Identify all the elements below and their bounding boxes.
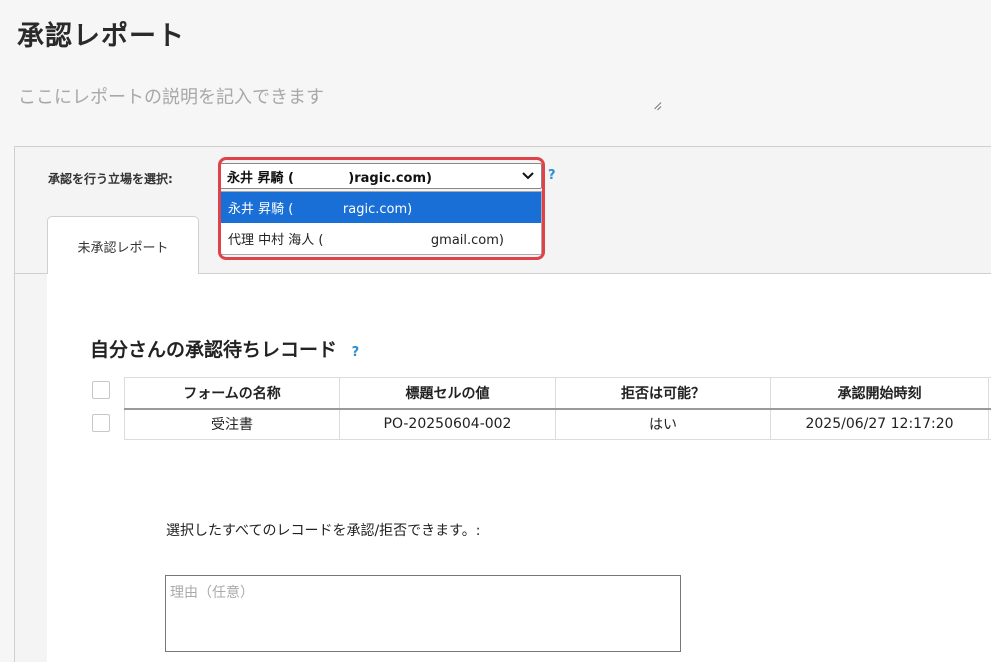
- pending-section-title: 自分さんの承認待ちレコード ?: [90, 335, 359, 362]
- cell-form-name[interactable]: 受注書: [124, 408, 340, 440]
- bulk-action-text: 選択したすべてのレコードを承認/拒否できます。:: [166, 523, 481, 539]
- cell-title-value[interactable]: PO-20250604-002: [339, 408, 556, 440]
- column-header[interactable]: 承認開始時刻: [770, 377, 989, 410]
- table-row[interactable]: 受注書 PO-20250604-002 はい 2025/06/27 12:17:…: [124, 408, 991, 440]
- reason-input[interactable]: [165, 575, 681, 652]
- pending-records-table: フォームの名称 標題セルの値 拒否は可能？ 承認開始時刻 受注書 PO-2025…: [124, 377, 991, 440]
- reason-field-wrapper: [165, 575, 681, 652]
- column-header[interactable]: 拒否は可能？: [555, 377, 771, 410]
- pending-section-title-text: 自分さんの承認待ちレコード: [90, 339, 338, 361]
- tab-pending-report[interactable]: 未承認レポート: [47, 216, 199, 275]
- description-field-wrapper: [16, 80, 664, 112]
- column-header[interactable]: フォームの名称: [124, 377, 340, 410]
- role-selector-label: 承認を行う立場を選択:: [48, 172, 173, 186]
- role-option-2[interactable]: 代理 中村 海人 ( gmail.com): [220, 223, 541, 254]
- role-select-value: 永井 昇騎 ( )ragic.com): [227, 170, 432, 186]
- report-description-input[interactable]: [16, 80, 664, 112]
- pending-help-icon[interactable]: ?: [352, 345, 360, 360]
- role-dropdown-list: 永井 昇騎 ( ragic.com) 代理 中村 海人 ( gmail.com): [219, 191, 542, 255]
- page-title: 承認レポート: [17, 21, 185, 52]
- cell-start-time: 2025/06/27 12:17:20: [770, 408, 989, 440]
- resize-handle-icon[interactable]: [652, 100, 662, 111]
- role-option-1[interactable]: 永井 昇騎 ( ragic.com): [220, 192, 541, 223]
- select-all-checkbox[interactable]: [92, 381, 110, 399]
- table-header-row: フォームの名称 標題セルの値 拒否は可能？ 承認開始時刻: [124, 377, 991, 410]
- column-header[interactable]: 標題セルの値: [339, 377, 556, 410]
- row-checkbox[interactable]: [92, 414, 110, 432]
- role-select[interactable]: 永井 昇騎 ( )ragic.com): [219, 163, 542, 189]
- chevron-down-icon: [522, 172, 534, 180]
- cell-reject-allowed: はい: [555, 408, 771, 440]
- role-help-icon[interactable]: ?: [548, 168, 556, 183]
